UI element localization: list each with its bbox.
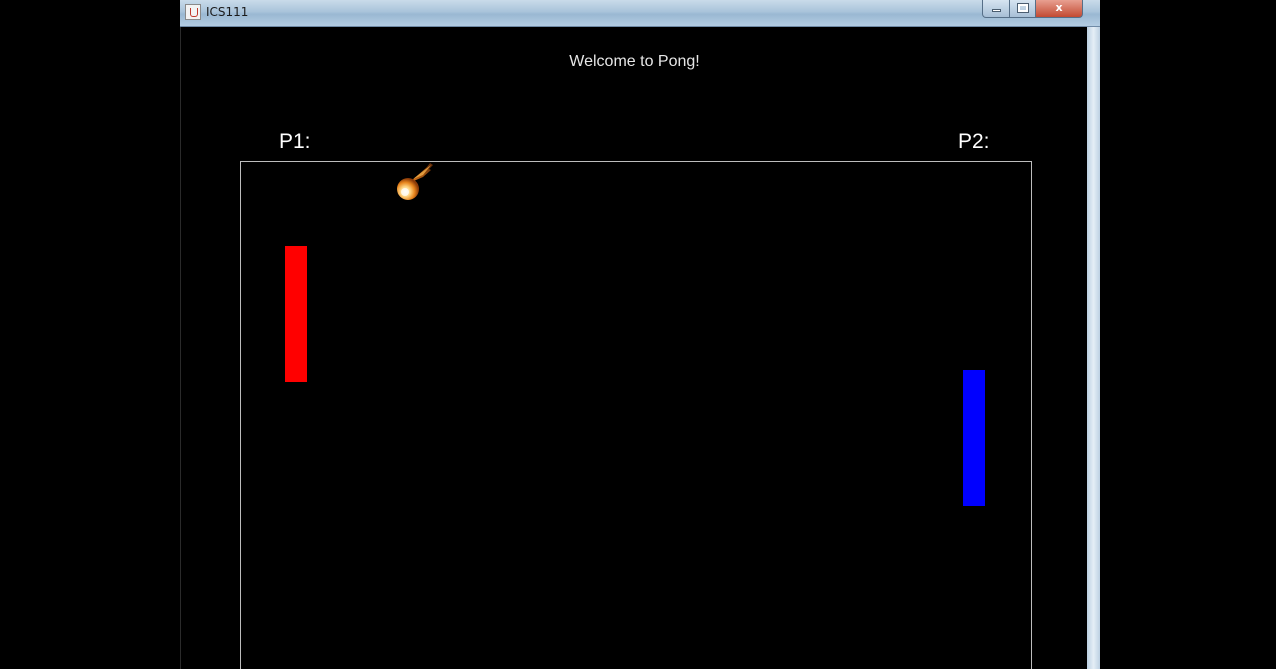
player2-score-label: P2: [958, 130, 990, 153]
minimize-icon [992, 9, 1001, 12]
title-bar[interactable]: ICS111 x [180, 0, 1100, 27]
maximize-button[interactable] [1009, 0, 1036, 18]
close-button[interactable]: x [1035, 0, 1083, 18]
fireball-icon [393, 161, 439, 203]
player1-paddle [285, 246, 307, 382]
game-canvas[interactable]: Welcome to Pong! P1: P2: [180, 27, 1087, 669]
java-app-icon[interactable] [185, 4, 201, 20]
player1-score-label: P1: [279, 130, 311, 153]
window-title: ICS111 [206, 5, 249, 19]
play-field [240, 161, 1032, 669]
window-frame-right [1087, 27, 1100, 669]
maximize-icon [1017, 3, 1029, 13]
game-window: ICS111 x Welcome to Pong! P1: P2: [180, 0, 1100, 669]
player2-paddle [963, 370, 985, 506]
close-icon: x [1055, 1, 1063, 14]
welcome-message: Welcome to Pong! [569, 53, 700, 70]
minimize-button[interactable] [982, 0, 1010, 18]
